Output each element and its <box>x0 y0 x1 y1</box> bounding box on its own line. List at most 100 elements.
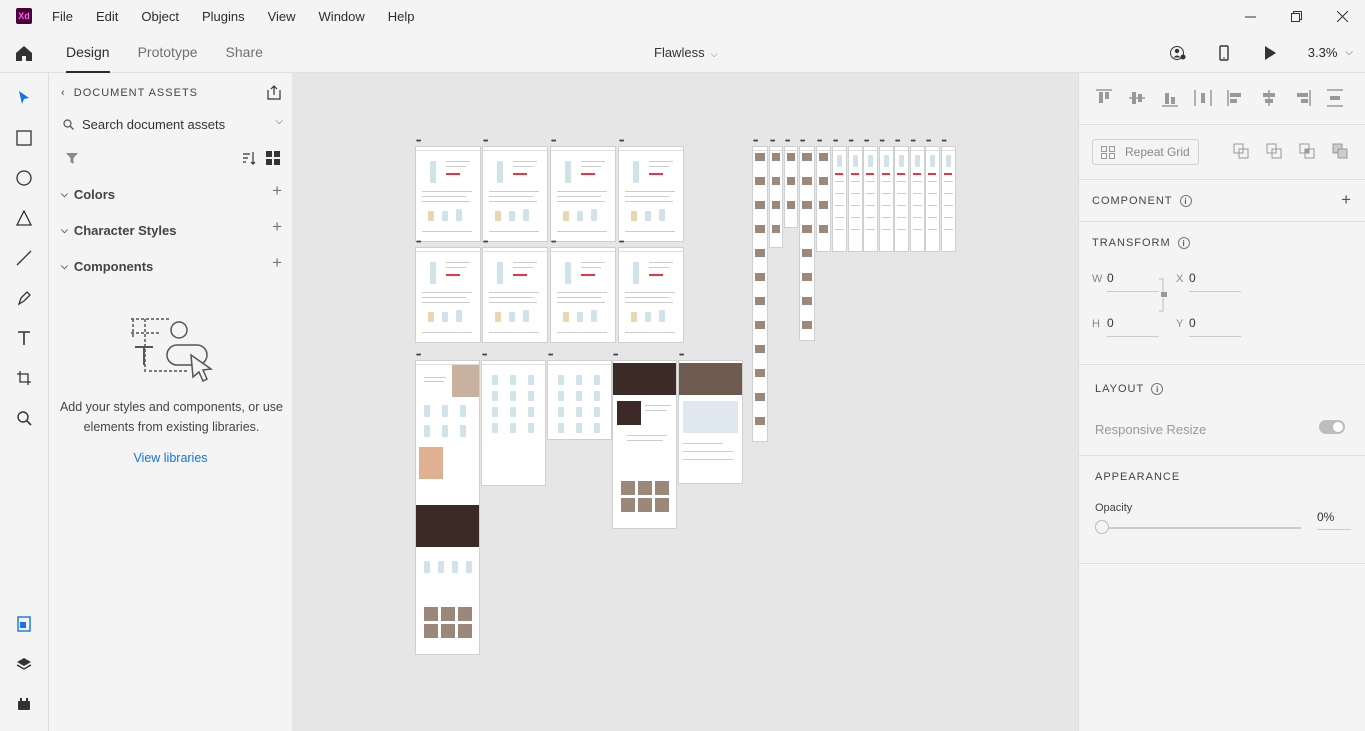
align-middle-icon[interactable] <box>1128 89 1146 107</box>
align-right-icon[interactable] <box>1293 89 1311 107</box>
subtract-boolean-icon[interactable] <box>1266 143 1282 159</box>
artboard-thumbnail[interactable] <box>416 361 479 654</box>
export-assets-icon[interactable] <box>266 85 282 101</box>
align-left-icon[interactable] <box>1227 89 1245 107</box>
search-filter-chevron-icon[interactable]: ⌵ <box>275 116 283 127</box>
artboard-tool-icon[interactable] <box>14 368 34 388</box>
artboard-thumbnail[interactable] <box>619 147 683 241</box>
artboard-thumbnail[interactable] <box>613 361 676 528</box>
close-icon[interactable] <box>1319 0 1365 32</box>
tab-prototype[interactable]: Prototype <box>138 32 198 73</box>
artboard-thumbnail[interactable] <box>619 248 683 342</box>
add-color-button[interactable]: + <box>272 181 282 201</box>
ellipse-tool-icon[interactable] <box>14 168 34 188</box>
artboard-thumbnail[interactable] <box>416 147 480 241</box>
artboard-thumbnail[interactable] <box>551 248 615 342</box>
artboard-thumbnail[interactable] <box>848 147 862 251</box>
artboard-thumbnail[interactable] <box>833 147 846 251</box>
add-component-button[interactable]: + <box>272 253 282 273</box>
section-colors[interactable]: ⌵ Colors <box>61 187 115 202</box>
artboard-thumbnail[interactable] <box>864 147 877 251</box>
assets-header[interactable]: ‹ DOCUMENT ASSETS <box>61 87 198 99</box>
back-chevron-icon[interactable]: ‹ <box>61 87 66 99</box>
restore-icon[interactable] <box>1273 0 1319 32</box>
height-input[interactable]: 0 <box>1107 316 1159 337</box>
align-bottom-icon[interactable] <box>1161 89 1179 107</box>
artboard-thumbnail[interactable] <box>800 147 814 340</box>
line-tool-icon[interactable] <box>14 248 34 268</box>
distribute-vertical-icon[interactable] <box>1326 89 1344 107</box>
user-share-icon[interactable] <box>1169 45 1186 61</box>
menu-file[interactable]: File <box>52 9 73 24</box>
pen-tool-icon[interactable] <box>14 288 34 308</box>
zoom-level[interactable]: 3.3% <box>1308 45 1338 60</box>
opacity-input[interactable]: 0% <box>1317 510 1351 530</box>
filter-icon[interactable] <box>65 151 79 165</box>
artboard-thumbnail[interactable] <box>483 248 547 342</box>
lock-aspect-icon[interactable] <box>1159 278 1169 312</box>
repeat-grid-button[interactable]: Repeat Grid <box>1092 139 1199 165</box>
artboard-thumbnail[interactable] <box>679 361 742 483</box>
grid-view-icon[interactable] <box>266 151 280 165</box>
info-icon[interactable]: i <box>1179 195 1192 207</box>
search-assets[interactable]: Search document assets ⌵ <box>63 114 283 134</box>
design-canvas[interactable]: ••• ••• ••• ••• ••• ••• ••• ••• ••• ••• ••• ••• ••• •… <box>292 73 1078 731</box>
artboard-thumbnail[interactable] <box>551 147 615 241</box>
artboard-thumbnail[interactable] <box>416 248 480 342</box>
artboard-thumbnail[interactable] <box>879 147 893 251</box>
rectangle-tool-icon[interactable] <box>14 128 34 148</box>
align-center-icon[interactable] <box>1260 89 1278 107</box>
tab-design[interactable]: Design <box>66 32 110 73</box>
select-tool-icon[interactable] <box>14 88 34 108</box>
text-tool-icon[interactable] <box>14 328 34 348</box>
home-icon[interactable] <box>14 43 34 63</box>
y-input[interactable]: 0 <box>1189 316 1241 337</box>
artboard-thumbnail[interactable] <box>926 147 939 251</box>
menu-object[interactable]: Object <box>141 9 179 24</box>
artboard-thumbnail[interactable] <box>817 147 830 251</box>
artboard-thumbnail[interactable] <box>785 147 797 227</box>
plugins-panel-icon[interactable] <box>14 694 34 714</box>
artboard-thumbnail[interactable] <box>483 147 547 241</box>
distribute-horizontal-icon[interactable] <box>1194 89 1212 107</box>
assets-panel-icon[interactable] <box>14 614 34 634</box>
section-character-styles[interactable]: ⌵ Character Styles <box>61 223 176 238</box>
play-icon[interactable] <box>1262 45 1278 61</box>
layers-panel-icon[interactable] <box>14 654 34 674</box>
info-icon[interactable]: i <box>1151 383 1164 395</box>
document-title-dropdown[interactable]: Flawless ⌵ <box>654 45 717 60</box>
section-components[interactable]: ⌵ Components <box>61 259 153 274</box>
intersect-boolean-icon[interactable] <box>1299 143 1315 159</box>
add-component-plus-button[interactable]: + <box>1341 190 1351 210</box>
responsive-resize-toggle[interactable] <box>1319 420 1345 434</box>
zoom-tool-icon[interactable] <box>14 408 34 428</box>
polygon-tool-icon[interactable] <box>14 208 34 228</box>
menu-view[interactable]: View <box>268 9 296 24</box>
artboard-thumbnail[interactable] <box>895 147 908 251</box>
x-input[interactable]: 0 <box>1189 271 1241 292</box>
info-icon[interactable]: i <box>1177 237 1190 249</box>
menu-plugins[interactable]: Plugins <box>202 9 245 24</box>
view-libraries-link[interactable]: View libraries <box>49 451 292 465</box>
opacity-slider-track[interactable] <box>1105 527 1301 529</box>
tab-share[interactable]: Share <box>226 32 263 73</box>
artboard-thumbnail[interactable] <box>548 361 611 439</box>
width-input[interactable]: 0 <box>1107 271 1159 292</box>
artboard-thumbnail[interactable] <box>941 147 955 251</box>
menu-edit[interactable]: Edit <box>96 9 118 24</box>
device-preview-icon[interactable] <box>1216 44 1232 61</box>
exclude-boolean-icon[interactable] <box>1332 143 1348 159</box>
sort-icon[interactable] <box>242 151 256 165</box>
artboard-thumbnail[interactable] <box>482 361 545 485</box>
opacity-slider-handle[interactable] <box>1095 520 1109 534</box>
align-top-icon[interactable] <box>1095 89 1113 107</box>
artboard-thumbnail[interactable] <box>910 147 924 251</box>
minimize-icon[interactable] <box>1227 0 1273 32</box>
add-boolean-icon[interactable] <box>1233 143 1249 159</box>
menu-window[interactable]: Window <box>319 9 365 24</box>
artboard-thumbnail[interactable] <box>770 147 782 247</box>
artboard-thumbnail[interactable] <box>753 147 767 441</box>
menu-help[interactable]: Help <box>388 9 415 24</box>
zoom-chevron-icon[interactable]: ⌵ <box>1345 47 1353 58</box>
add-character-style-button[interactable]: + <box>272 217 282 237</box>
